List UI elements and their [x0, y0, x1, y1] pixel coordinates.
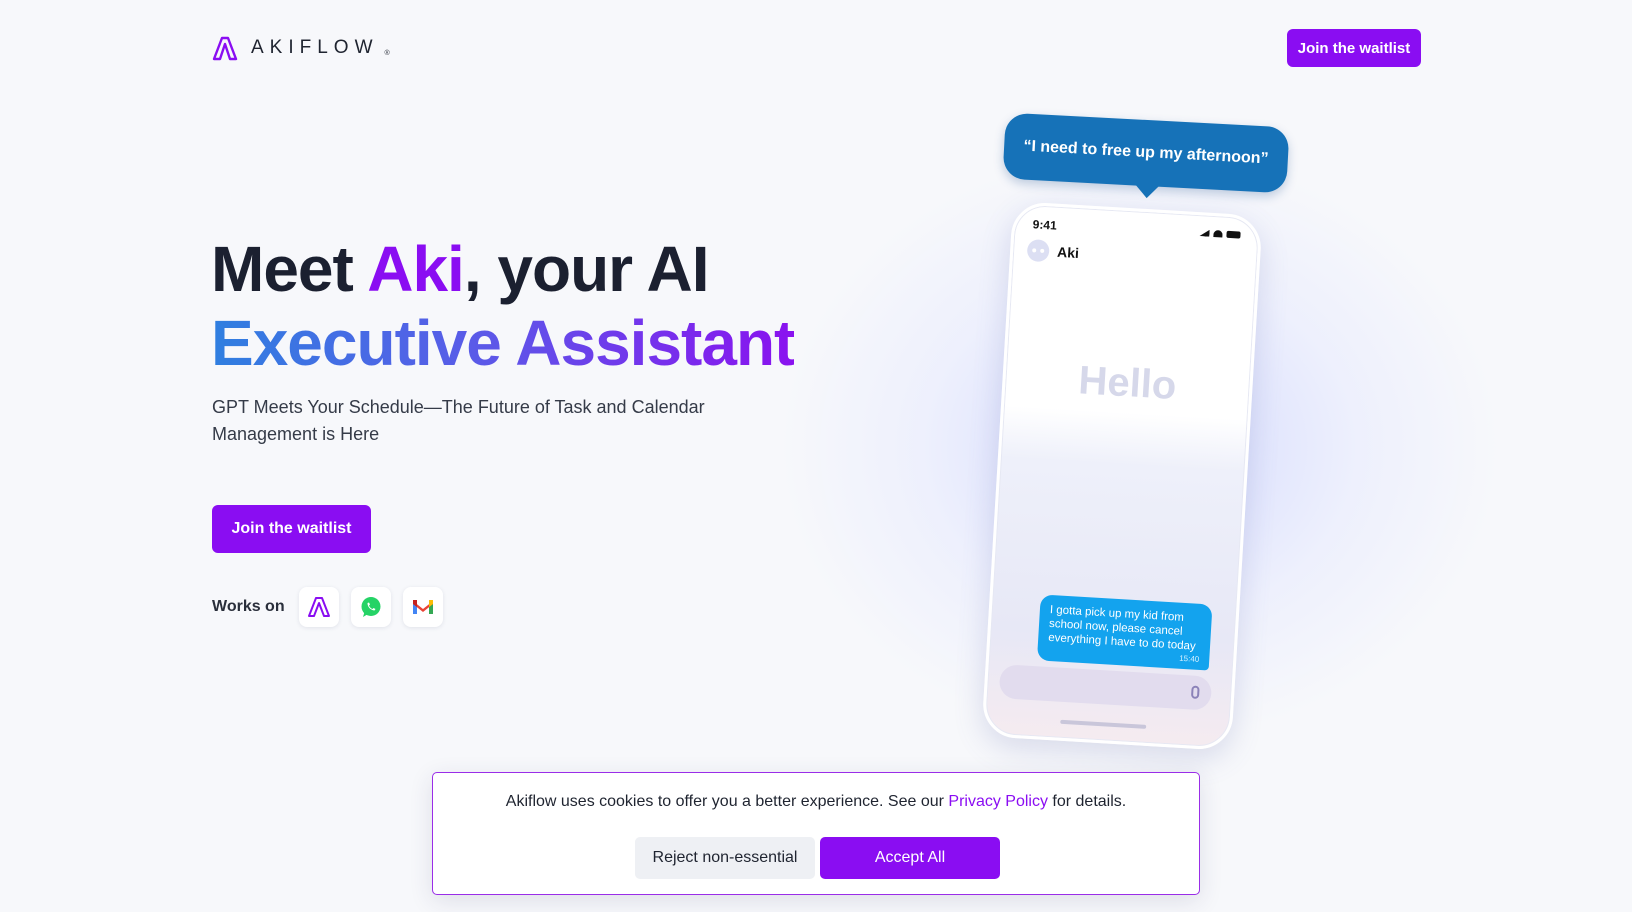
chat-message-time: 15:40: [1178, 653, 1200, 664]
chat-input-bar: [998, 664, 1213, 711]
whatsapp-icon: [350, 587, 391, 627]
battery-icon: [1226, 230, 1241, 239]
privacy-policy-link[interactable]: Privacy Policy: [948, 793, 1048, 810]
reject-non-essential-button[interactable]: Reject non-essential: [635, 837, 815, 879]
home-indicator: [1060, 719, 1147, 729]
headline-part-2: , your AI: [463, 233, 710, 305]
akiflow-icon: [298, 587, 339, 627]
wifi-icon: [1213, 230, 1223, 238]
brand-wordmark: AKIFLOW: [251, 37, 379, 58]
headline-line-1: Meet Aki, your AI: [211, 232, 794, 306]
signal-icon: [1199, 229, 1209, 237]
gmail-icon: [402, 587, 443, 627]
chat-header: Aki: [1026, 239, 1080, 264]
brand-logo[interactable]: AKIFLOW ®: [211, 34, 390, 62]
headline-line-2: Executive Assistant: [211, 306, 795, 380]
works-on-label: Works on: [212, 598, 285, 615]
cookie-message: Akiflow uses cookies to offer you a bett…: [433, 793, 1199, 811]
chat-contact-name: Aki: [1056, 243, 1080, 262]
cookie-actions: Reject non-essential Accept All: [635, 837, 1000, 879]
chat-message-bubble: I gotta pick up my kid from school now, …: [1036, 594, 1213, 671]
headline-part-1: Meet: [211, 233, 368, 305]
status-bar-time: 9:41: [1032, 217, 1058, 233]
works-on-row: Works on: [212, 587, 443, 627]
aki-avatar: [1026, 239, 1050, 263]
microphone-icon: [1190, 685, 1200, 699]
chat-message-text: I gotta pick up my kid from school now, …: [1047, 603, 1197, 653]
hero-join-waitlist-button[interactable]: Join the waitlist: [212, 505, 371, 553]
registered-mark: ®: [384, 49, 390, 57]
cookie-text-before: Akiflow uses cookies to offer you a bett…: [505, 793, 949, 810]
hero-headline: Meet Aki, your AI Executive Assistant: [211, 232, 795, 380]
accept-all-button[interactable]: Accept All: [820, 837, 1000, 879]
phone-mockup: 9:41 Aki Hello I gotta pick up my kid fr…: [981, 201, 1263, 751]
cookie-banner: Akiflow uses cookies to offer you a bett…: [432, 772, 1200, 895]
speech-bubble: “I need to free up my afternoon”: [1002, 112, 1290, 194]
cookie-text-after: for details.: [1047, 793, 1127, 810]
hero-subtitle: GPT Meets Your Schedule—The Future of Ta…: [212, 397, 705, 444]
header-join-waitlist-button[interactable]: Join the waitlist: [1287, 29, 1421, 67]
headline-highlight: Aki: [367, 233, 465, 305]
hello-watermark: Hello: [1077, 358, 1178, 409]
status-bar-icons: [1199, 229, 1241, 239]
akiflow-logo-icon: [212, 36, 238, 61]
headline-gradient-text: Executive Assistant: [211, 307, 795, 379]
